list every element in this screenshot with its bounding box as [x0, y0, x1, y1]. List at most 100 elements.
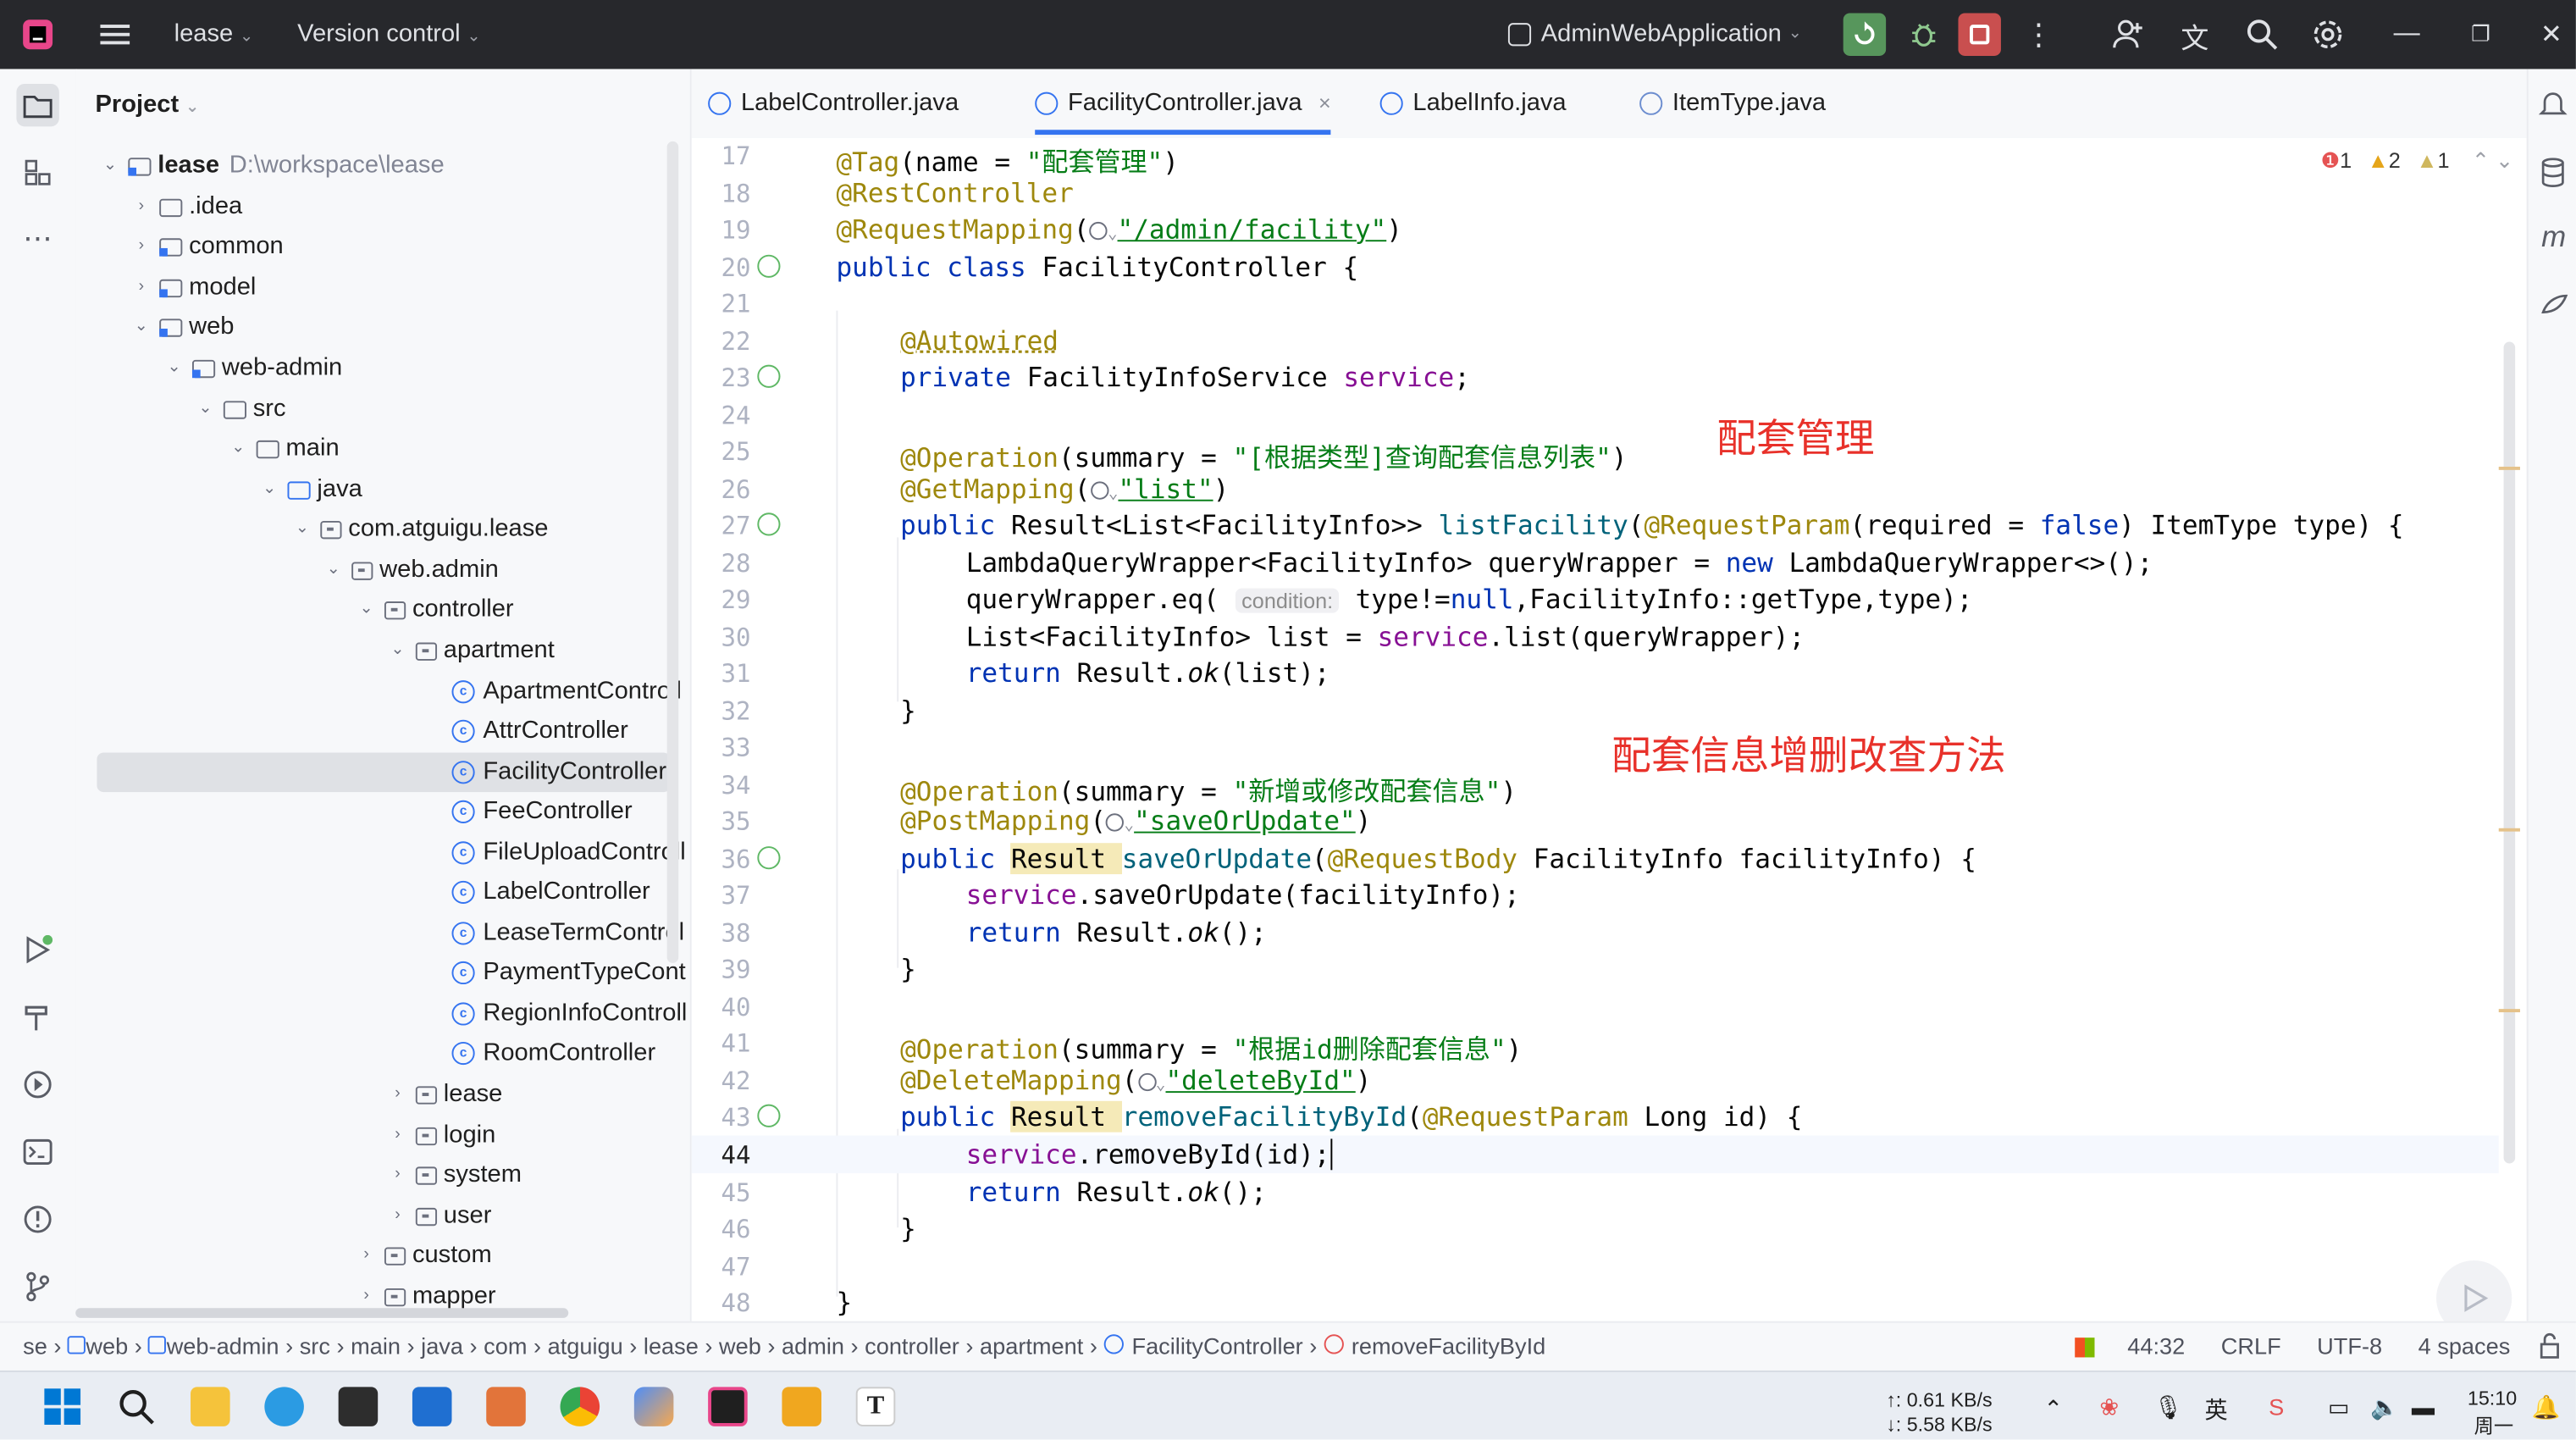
- tab-facility-controller[interactable]: FacilityController.java ×: [1035, 89, 1331, 136]
- tree-item-controller[interactable]: ⌄ controller: [355, 590, 513, 629]
- chevron-right-icon[interactable]: ›: [386, 1155, 409, 1195]
- code-with-me-icon[interactable]: [2108, 14, 2150, 56]
- search-icon[interactable]: [2241, 14, 2283, 56]
- more-actions-icon[interactable]: ⋮: [2017, 14, 2059, 56]
- windows-start-icon[interactable]: [42, 1387, 82, 1426]
- breadcrumb-item[interactable]: web: [86, 1332, 128, 1359]
- maven-icon[interactable]: m: [2541, 220, 2566, 255]
- clock-time[interactable]: 15:10: [2468, 1387, 2517, 1410]
- git-branch-icon[interactable]: [16, 1266, 58, 1308]
- breadcrumb-item[interactable]: main: [351, 1332, 401, 1359]
- tree-horizontal-scrollbar[interactable]: [75, 1308, 569, 1318]
- tree-item-common[interactable]: › common: [130, 227, 284, 267]
- version-control-menu[interactable]: Version control ⌄: [297, 19, 481, 47]
- tray-s-icon[interactable]: S: [2269, 1393, 2284, 1420]
- chevron-right-icon[interactable]: ›: [130, 187, 152, 227]
- chevron-right-icon[interactable]: ›: [130, 268, 152, 307]
- terminal-icon[interactable]: [16, 1131, 58, 1173]
- tab-label-controller[interactable]: LabelController.java: [708, 89, 959, 117]
- chevron-down-icon[interactable]: ⌄: [355, 590, 378, 629]
- file-encoding[interactable]: UTF-8: [2317, 1332, 2382, 1359]
- breadcrumb-item[interactable]: src: [300, 1332, 330, 1359]
- settings-gear-icon[interactable]: [2307, 14, 2349, 56]
- breadcrumb-item[interactable]: web: [719, 1332, 761, 1359]
- breadcrumb-item[interactable]: com: [484, 1332, 527, 1359]
- code-editor[interactable]: ❶1 ▲2 ▲1 ⌃ ⌄ 17 @Tag(name = "配套管理") 18 @…: [691, 137, 2527, 1337]
- ubuntu-icon[interactable]: [486, 1387, 526, 1426]
- chevron-right-icon[interactable]: ›: [386, 1116, 409, 1155]
- project-folder-icon[interactable]: [16, 83, 59, 127]
- spring-bean-gutter-icon[interactable]: [757, 254, 781, 278]
- tree-item-com-atguigu-lease[interactable]: ⌄ com.atguigu.lease: [290, 509, 549, 549]
- chrome-icon[interactable]: [560, 1387, 600, 1426]
- tree-item-class[interactable]: c RoomController: [451, 1033, 655, 1073]
- breadcrumb-item[interactable]: removeFacilityById: [1352, 1332, 1545, 1359]
- line-separator[interactable]: CRLF: [2221, 1332, 2281, 1359]
- tree-item-web[interactable]: ⌄ web: [130, 307, 235, 347]
- breadcrumb-item[interactable]: se: [23, 1332, 47, 1359]
- breadcrumb-item[interactable]: java: [421, 1332, 463, 1359]
- close-tab-icon[interactable]: ×: [1318, 91, 1331, 115]
- database-icon[interactable]: [2540, 158, 2566, 196]
- main-menu-icon[interactable]: [94, 14, 136, 56]
- store-icon[interactable]: [412, 1387, 452, 1426]
- web-endpoint-icon[interactable]: [1090, 481, 1108, 500]
- taskbar-search-icon[interactable]: [117, 1387, 157, 1426]
- services-icon[interactable]: [16, 1063, 58, 1105]
- notification-center-icon[interactable]: 🔔: [2532, 1393, 2561, 1421]
- breadcrumb-item[interactable]: FacilityController: [1131, 1332, 1302, 1359]
- microphone-icon[interactable]: 🎙: [2153, 1393, 2182, 1421]
- tray-app-icon[interactable]: ❀: [2099, 1393, 2119, 1421]
- indent-setting[interactable]: 4 spaces: [2418, 1332, 2511, 1359]
- web-endpoint-icon[interactable]: [1137, 1072, 1156, 1092]
- breadcrumb-item[interactable]: web-admin: [167, 1332, 279, 1359]
- tree-item-class[interactable]: c LabelController: [451, 872, 650, 912]
- chevron-down-icon[interactable]: ⌄: [386, 631, 409, 671]
- project-panel-title[interactable]: Project ⌄: [96, 91, 200, 119]
- tree-item-src[interactable]: ⌄ src: [194, 390, 285, 429]
- tab-item-type[interactable]: ItemType.java: [1639, 89, 1826, 117]
- tree-item-class[interactable]: c PaymentTypeCont: [451, 953, 686, 993]
- tree-item-login[interactable]: › login: [386, 1116, 495, 1155]
- ai-assistant-icon[interactable]: [2540, 292, 2569, 327]
- edge-browser-icon[interactable]: [264, 1387, 304, 1426]
- tab-label-info[interactable]: LabelInfo.java: [1379, 89, 1567, 117]
- tree-item-class[interactable]: c RegionInfoControll: [451, 994, 687, 1034]
- run-config-selector[interactable]: AdminWebApplication ⌄: [1507, 19, 1802, 47]
- chevron-down-icon[interactable]: ⌄: [98, 147, 121, 186]
- rerun-icon[interactable]: [1843, 13, 1887, 56]
- notifications-bell-icon[interactable]: [2538, 89, 2568, 127]
- close-icon[interactable]: ✕: [2530, 14, 2573, 56]
- build-hammer-icon[interactable]: [16, 996, 58, 1038]
- tree-item-class-selected[interactable]: c FacilityController: [451, 753, 666, 793]
- tree-item-class[interactable]: c ApartmentControll: [451, 672, 682, 712]
- debug-icon[interactable]: [1903, 14, 1945, 56]
- lock-icon[interactable]: [2536, 1332, 2562, 1364]
- intellij-logo-icon[interactable]: [16, 14, 58, 56]
- tree-item-class[interactable]: c AttrController: [451, 712, 628, 751]
- tree-item-idea[interactable]: › .idea: [130, 187, 243, 227]
- minimize-icon[interactable]: —: [2385, 14, 2428, 56]
- endpoint-gutter-icon[interactable]: [757, 1104, 781, 1127]
- web-endpoint-icon[interactable]: [1089, 221, 1108, 241]
- chevron-down-icon[interactable]: ⌄: [258, 470, 281, 510]
- display-icon[interactable]: ▭: [2328, 1393, 2350, 1421]
- tree-item-user[interactable]: › user: [386, 1196, 491, 1236]
- endpoint-gutter-icon[interactable]: [757, 846, 781, 870]
- sublime-icon[interactable]: [782, 1387, 821, 1426]
- tree-item-system[interactable]: › system: [386, 1155, 522, 1195]
- endpoint-gutter-icon[interactable]: [757, 512, 781, 536]
- inspection-widget[interactable]: ❶1 ▲2 ▲1 ⌃ ⌄: [2320, 148, 2513, 174]
- tree-item-class[interactable]: c LeaseTermControl: [451, 914, 684, 954]
- spring-autowire-gutter-icon[interactable]: [757, 364, 781, 388]
- breadcrumb-item[interactable]: apartment: [980, 1332, 1083, 1359]
- more-tools-icon[interactable]: ⋯: [16, 217, 58, 259]
- restore-icon[interactable]: ❐: [2459, 14, 2501, 56]
- chevron-down-icon[interactable]: ⌄: [194, 390, 217, 429]
- caret-position[interactable]: 44:32: [2127, 1332, 2185, 1359]
- breadcrumb-item[interactable]: controller: [865, 1332, 959, 1359]
- editor-scrollbar[interactable]: [2503, 341, 2516, 1164]
- tree-item-main[interactable]: ⌄ main: [227, 429, 339, 468]
- chevron-down-icon[interactable]: ⌄: [227, 429, 250, 468]
- breadcrumb-item[interactable]: admin: [782, 1332, 844, 1359]
